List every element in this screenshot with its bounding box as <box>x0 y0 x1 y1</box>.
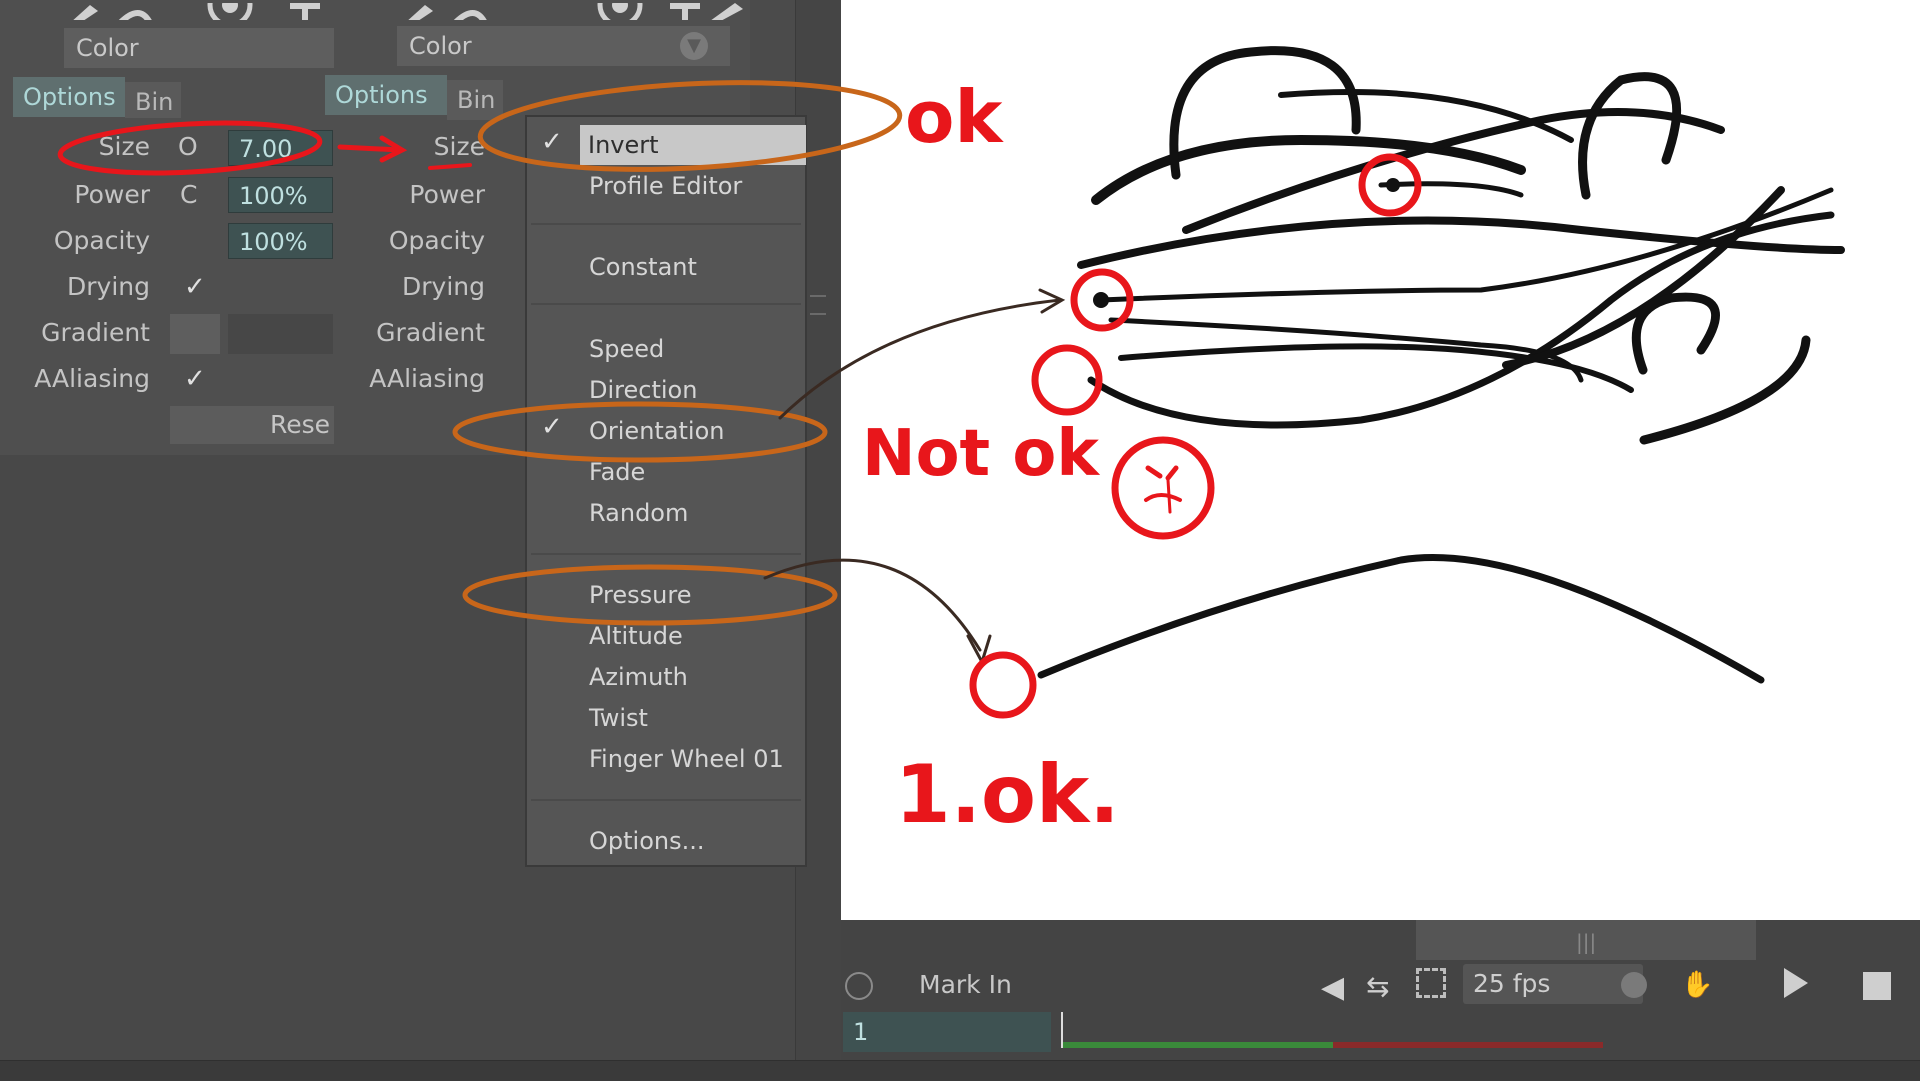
fullscreen-icon[interactable] <box>1416 968 1446 998</box>
menu-item-azimuth[interactable]: Azimuth <box>527 657 805 697</box>
menu-item-finger-wheel[interactable]: Finger Wheel 01 <box>527 739 805 779</box>
timeline-scrollbar[interactable]: ||| <box>1416 920 1756 960</box>
size-label-2: Size <box>433 132 485 161</box>
gradient-preview[interactable] <box>228 314 333 354</box>
tool-icons-row-2[interactable] <box>395 0 745 20</box>
frame-field[interactable]: 1 <box>843 1012 1051 1052</box>
gradient-label-2: Gradient <box>376 318 485 347</box>
tab-bin-2[interactable]: Bin <box>447 80 503 120</box>
aaliasing-label-2: AAliasing <box>369 364 485 393</box>
fps-chevron-icon[interactable] <box>1621 972 1647 998</box>
status-bar <box>0 1060 1920 1081</box>
tool-icons-row[interactable] <box>60 0 330 20</box>
canvas-strokes <box>1037 46 1845 684</box>
menu-item-orientation[interactable]: Orientation <box>527 411 805 451</box>
menu-separator <box>531 223 801 225</box>
scroll-grip-icon[interactable]: ||| <box>1576 930 1596 954</box>
reset-button[interactable]: Rese <box>170 406 334 444</box>
timeline-range-red <box>1333 1042 1603 1048</box>
tab-options-2[interactable]: Options <box>325 75 447 115</box>
tab-bin[interactable]: Bin <box>125 82 181 118</box>
opacity-label-2: Opacity <box>388 226 485 255</box>
power-field[interactable]: 100% <box>228 177 333 213</box>
curve-context-menu: ✓ Invert Profile Editor Constant Speed D… <box>525 115 807 867</box>
loop-icon[interactable]: ⇆ <box>1366 970 1389 1003</box>
color-selector[interactable]: Color <box>64 28 334 68</box>
play-icon[interactable] <box>1784 968 1808 998</box>
mark-in-label[interactable]: Mark In <box>919 970 1012 999</box>
menu-item-invert[interactable]: Invert <box>580 125 806 165</box>
volume-icon[interactable]: ◀ <box>1321 970 1344 1005</box>
drying-label-2: Drying <box>402 272 485 301</box>
menu-item-fade[interactable]: Fade <box>527 452 805 492</box>
fps-dropdown[interactable]: 25 fps <box>1463 964 1643 1004</box>
menu-item-profile-editor[interactable]: Profile Editor <box>527 166 805 206</box>
menu-separator <box>531 553 801 555</box>
menu-item-options[interactable]: Options... <box>527 821 805 861</box>
tab-options[interactable]: Options <box>13 77 125 117</box>
splitter-grip-icon[interactable] <box>810 295 826 315</box>
drying-label: Drying <box>67 272 150 301</box>
opacity-field[interactable]: 100% <box>228 223 333 259</box>
menu-item-pressure[interactable]: Pressure <box>527 575 805 615</box>
drying-checkbox[interactable]: ✓ <box>184 272 206 302</box>
menu-item-speed[interactable]: Speed <box>527 329 805 369</box>
size-curve-toggle[interactable]: O <box>178 132 198 161</box>
brush-options-panel-left: Color Options Bin Size O 7.00 Power C 10… <box>0 0 336 456</box>
gradient-label: Gradient <box>41 318 150 347</box>
timeline-add-icon[interactable] <box>845 972 873 1000</box>
menu-item-altitude[interactable]: Altitude <box>527 616 805 656</box>
invert-check-icon: ✓ <box>541 127 563 157</box>
menu-item-direction[interactable]: Direction <box>527 370 805 410</box>
timeline-range-green <box>1063 1042 1333 1048</box>
menu-item-constant[interactable]: Constant <box>527 247 805 287</box>
power-curve-toggle[interactable]: C <box>180 180 197 209</box>
drawing-canvas[interactable] <box>841 0 1920 920</box>
power-label-2: Power <box>409 180 485 209</box>
tool-icons[interactable] <box>60 0 330 20</box>
menu-separator <box>531 799 801 801</box>
hand-tool-icon[interactable]: ✋ <box>1681 970 1713 1000</box>
size-field[interactable]: 7.00 <box>228 130 333 166</box>
aaliasing-label: AAliasing <box>34 364 150 393</box>
timeline-panel: ||| Mark In ◀ ⇆ 25 fps ✋ 1 <box>841 920 1920 1060</box>
chevron-down-icon[interactable]: ▼ <box>680 32 708 60</box>
size-label: Size <box>98 132 150 161</box>
menu-item-random[interactable]: Random <box>527 493 805 533</box>
gradient-swatch[interactable] <box>170 314 220 354</box>
power-label: Power <box>74 180 150 209</box>
menu-separator <box>531 303 801 305</box>
aaliasing-checkbox[interactable]: ✓ <box>184 364 206 394</box>
menu-item-twist[interactable]: Twist <box>527 698 805 738</box>
stop-icon[interactable] <box>1863 972 1891 1000</box>
tool-icons-2[interactable] <box>395 0 745 20</box>
opacity-label: Opacity <box>53 226 150 255</box>
